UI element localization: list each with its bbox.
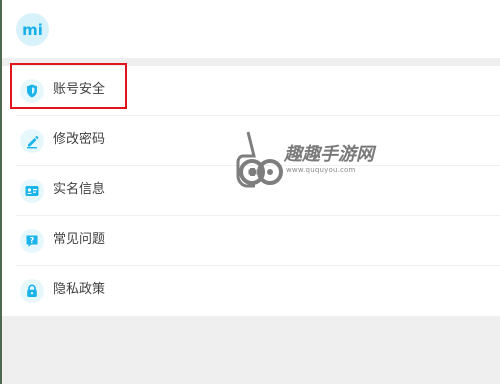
question-icon: ? <box>20 229 44 253</box>
menu-item-faq[interactable]: ? 常见问题 <box>2 216 500 266</box>
lock-icon <box>20 279 44 303</box>
app-logo: mi <box>16 13 49 46</box>
menu-item-account-security[interactable]: 账号安全 <box>2 66 500 116</box>
menu-item-label: 实名信息 <box>53 182 106 197</box>
svg-text:mi: mi <box>22 21 43 39</box>
id-card-icon <box>20 179 44 203</box>
menu-item-label: 修改密码 <box>53 132 106 147</box>
top-header: mi <box>2 0 500 58</box>
pencil-icon <box>20 129 44 153</box>
watermark-text: 趣趣手游网 <box>284 144 374 165</box>
watermark-url: www.ququyou.com <box>286 166 356 174</box>
gamepad-logo-icon <box>236 131 283 188</box>
menu-item-label: 常见问题 <box>53 232 106 247</box>
menu-item-label: 隐私政策 <box>53 282 106 297</box>
menu-item-privacy-policy[interactable]: 隐私政策 <box>2 266 500 316</box>
shield-icon <box>20 79 44 103</box>
svg-text:?: ? <box>30 236 35 245</box>
site-watermark: 趣趣手游网 www.ququyou.com <box>236 128 386 198</box>
menu-item-label: 账号安全 <box>53 82 106 97</box>
